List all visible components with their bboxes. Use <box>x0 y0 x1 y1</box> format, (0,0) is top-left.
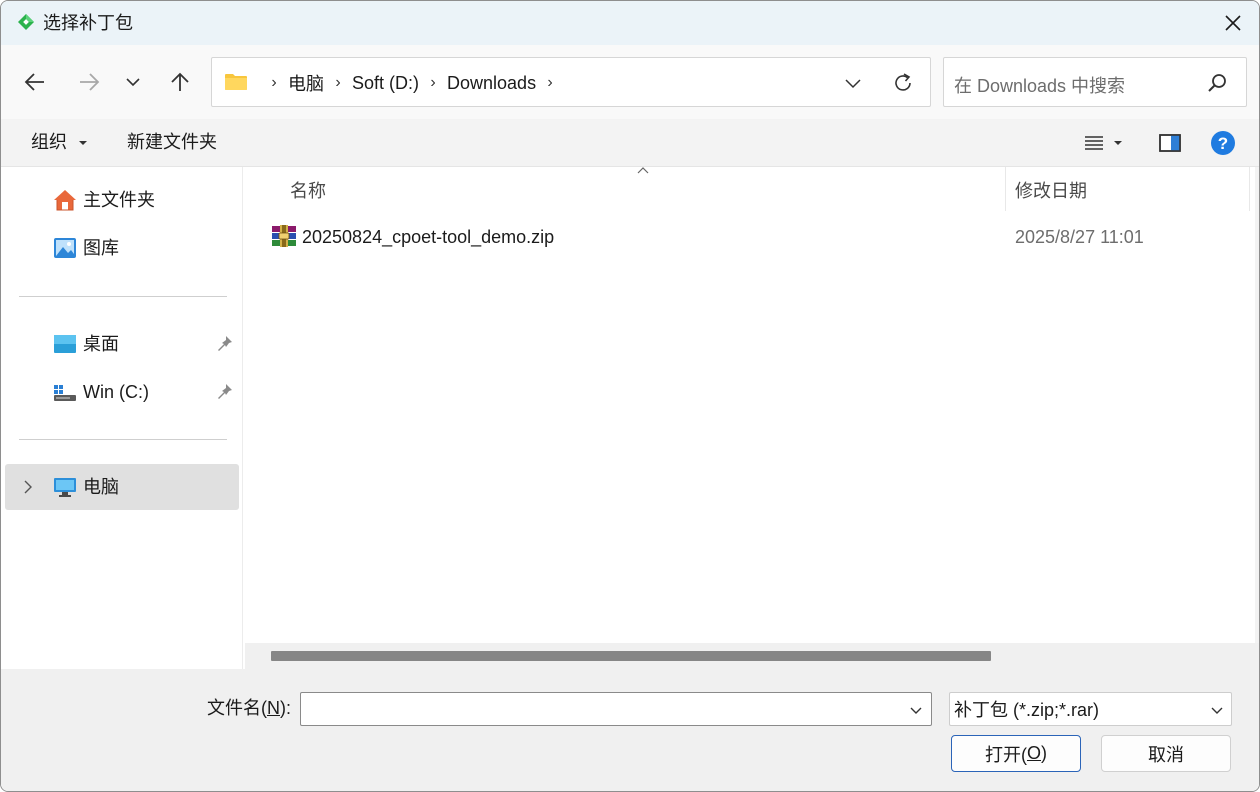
sidebar-item-gallery[interactable]: 图库 <box>5 225 239 271</box>
open-button-label-end: ) <box>1041 743 1047 763</box>
cancel-button[interactable]: 取消 <box>1101 735 1231 772</box>
chevron-down-icon <box>1211 707 1223 714</box>
drive-icon <box>54 385 76 401</box>
gallery-icon <box>54 238 76 258</box>
open-button[interactable]: 打开(O) <box>951 735 1081 772</box>
file-type-dropdown[interactable] <box>1206 699 1228 721</box>
view-options-button[interactable] <box>1079 129 1109 157</box>
breadcrumb-separator[interactable]: › <box>324 74 352 92</box>
horizontal-scrollbar-thumb[interactable] <box>271 651 991 661</box>
caret-down-icon <box>1114 141 1122 145</box>
breadcrumb: › 电脑 › Soft (D:) › Downloads › <box>260 71 564 95</box>
chevron-right-icon[interactable] <box>21 478 35 496</box>
chevron-down-icon <box>910 707 922 714</box>
winrar-archive-icon <box>272 225 296 247</box>
sidebar-item-home[interactable]: 主文件夹 <box>5 177 239 223</box>
home-icon <box>54 190 76 211</box>
caret-down-icon <box>79 141 88 146</box>
sidebar-divider <box>19 439 227 440</box>
sidebar-item-computer[interactable]: 电脑 <box>5 464 239 510</box>
sort-ascending-icon <box>637 167 649 174</box>
file-name: 20250824_cpoet-tool_demo.zip <box>302 227 555 247</box>
file-open-dialog: 选择补丁包 › 电脑 › Soft (D:) › Downloads › 在 D… <box>0 0 1260 792</box>
breadcrumb-separator[interactable]: › <box>536 74 564 92</box>
open-button-label: 打开( <box>984 744 1027 765</box>
refresh-icon <box>895 73 911 91</box>
desktop-icon <box>54 335 76 353</box>
breadcrumb-separator[interactable]: › <box>419 74 447 92</box>
computer-icon <box>54 478 76 497</box>
column-header-label: 修改日期 <box>1015 181 1087 201</box>
file-type-value: 补丁包 (*.zip;*.rar) <box>954 700 1100 720</box>
app-icon <box>18 14 34 30</box>
filename-history-dropdown[interactable] <box>905 699 927 721</box>
navigation-pane: 主文件夹 图库 桌面 Win (C:) 电脑 <box>1 167 243 669</box>
title-bar: 选择补丁包 <box>1 1 1259 45</box>
arrow-right-icon <box>80 73 100 91</box>
preview-pane-button[interactable] <box>1155 129 1185 157</box>
column-header-date[interactable]: 修改日期 <box>1005 167 1249 211</box>
help-icon: ? <box>1211 131 1235 155</box>
address-history-dropdown[interactable] <box>836 66 870 100</box>
sidebar-item-label: Win (C:) <box>83 382 149 402</box>
arrow-up-icon <box>171 72 189 91</box>
file-row[interactable]: 20250824_cpoet-tool_demo.zip 2025/8/27 1… <box>263 217 1249 257</box>
breadcrumb-separator[interactable]: › <box>260 74 288 92</box>
vertical-scrollbar[interactable] <box>1255 167 1259 643</box>
preview-pane-icon <box>1159 134 1181 152</box>
open-button-accesskey: O <box>1026 743 1041 763</box>
dialog-footer: 文件名(N): 补丁包 (*.zip;*.rar) 打开(O) 取消 <box>1 669 1259 791</box>
search-icon <box>1208 74 1226 92</box>
close-button[interactable] <box>1213 7 1253 39</box>
filename-label: 文件名(N): <box>207 697 291 719</box>
sidebar-item-desktop[interactable]: 桌面 <box>5 321 239 367</box>
breadcrumb-downloads[interactable]: Downloads <box>447 73 536 94</box>
list-view-icon <box>1085 136 1103 150</box>
filename-combobox[interactable] <box>300 692 932 726</box>
help-button[interactable]: ? <box>1208 129 1238 157</box>
address-bar[interactable]: › 电脑 › Soft (D:) › Downloads › <box>211 57 931 107</box>
view-options-dropdown[interactable] <box>1109 129 1127 157</box>
pin-icon[interactable] <box>217 383 233 401</box>
folder-icon <box>225 74 247 90</box>
horizontal-scrollbar[interactable] <box>245 643 1259 669</box>
new-folder-button[interactable]: 新建文件夹 <box>127 131 217 153</box>
arrow-left-icon <box>24 73 44 91</box>
filename-label-text-end: ): <box>280 698 291 718</box>
command-bar: 组织 新建文件夹 ? <box>1 119 1259 167</box>
organize-menu-button[interactable]: 组织 <box>31 131 88 153</box>
filename-label-accesskey: N <box>267 698 280 718</box>
filename-label-text: 文件名( <box>207 698 267 718</box>
close-icon <box>1225 15 1241 31</box>
column-header-name[interactable]: 名称 <box>243 167 1005 211</box>
pin-icon[interactable] <box>217 335 233 353</box>
back-button[interactable] <box>17 64 53 100</box>
sidebar-item-drive-c[interactable]: Win (C:) <box>5 369 239 415</box>
sidebar-item-label: 桌面 <box>83 334 119 354</box>
navigation-bar: › 电脑 › Soft (D:) › Downloads › 在 Downloa… <box>1 45 1259 119</box>
dialog-title: 选择补丁包 <box>43 13 133 33</box>
column-header-label: 名称 <box>290 181 326 201</box>
refresh-button[interactable] <box>886 66 920 100</box>
sidebar-item-label: 电脑 <box>83 477 119 497</box>
breadcrumb-soft-drive[interactable]: Soft (D:) <box>352 73 419 94</box>
svg-text:?: ? <box>1218 134 1228 153</box>
search-input[interactable]: 在 Downloads 中搜索 <box>954 72 1125 98</box>
search-box[interactable]: 在 Downloads 中搜索 <box>943 57 1247 107</box>
organize-label: 组织 <box>31 132 67 152</box>
forward-button[interactable] <box>71 64 107 100</box>
up-button[interactable] <box>162 64 198 100</box>
chevron-down-icon <box>845 79 861 89</box>
file-modified-date: 2025/8/27 11:01 <box>1015 227 1144 247</box>
breadcrumb-computer[interactable]: 电脑 <box>288 70 324 96</box>
sidebar-item-label: 主文件夹 <box>83 190 155 210</box>
column-divider[interactable] <box>1249 167 1250 211</box>
sidebar-item-label: 图库 <box>83 238 119 258</box>
recent-locations-button[interactable] <box>115 64 151 100</box>
file-list: 名称 修改日期 20250824_cpoet-tool_demo.zip 202… <box>243 167 1259 669</box>
sidebar-divider <box>19 296 227 297</box>
file-type-select[interactable]: 补丁包 (*.zip;*.rar) <box>949 692 1232 726</box>
chevron-down-icon <box>126 78 140 87</box>
filename-input[interactable] <box>307 697 897 721</box>
